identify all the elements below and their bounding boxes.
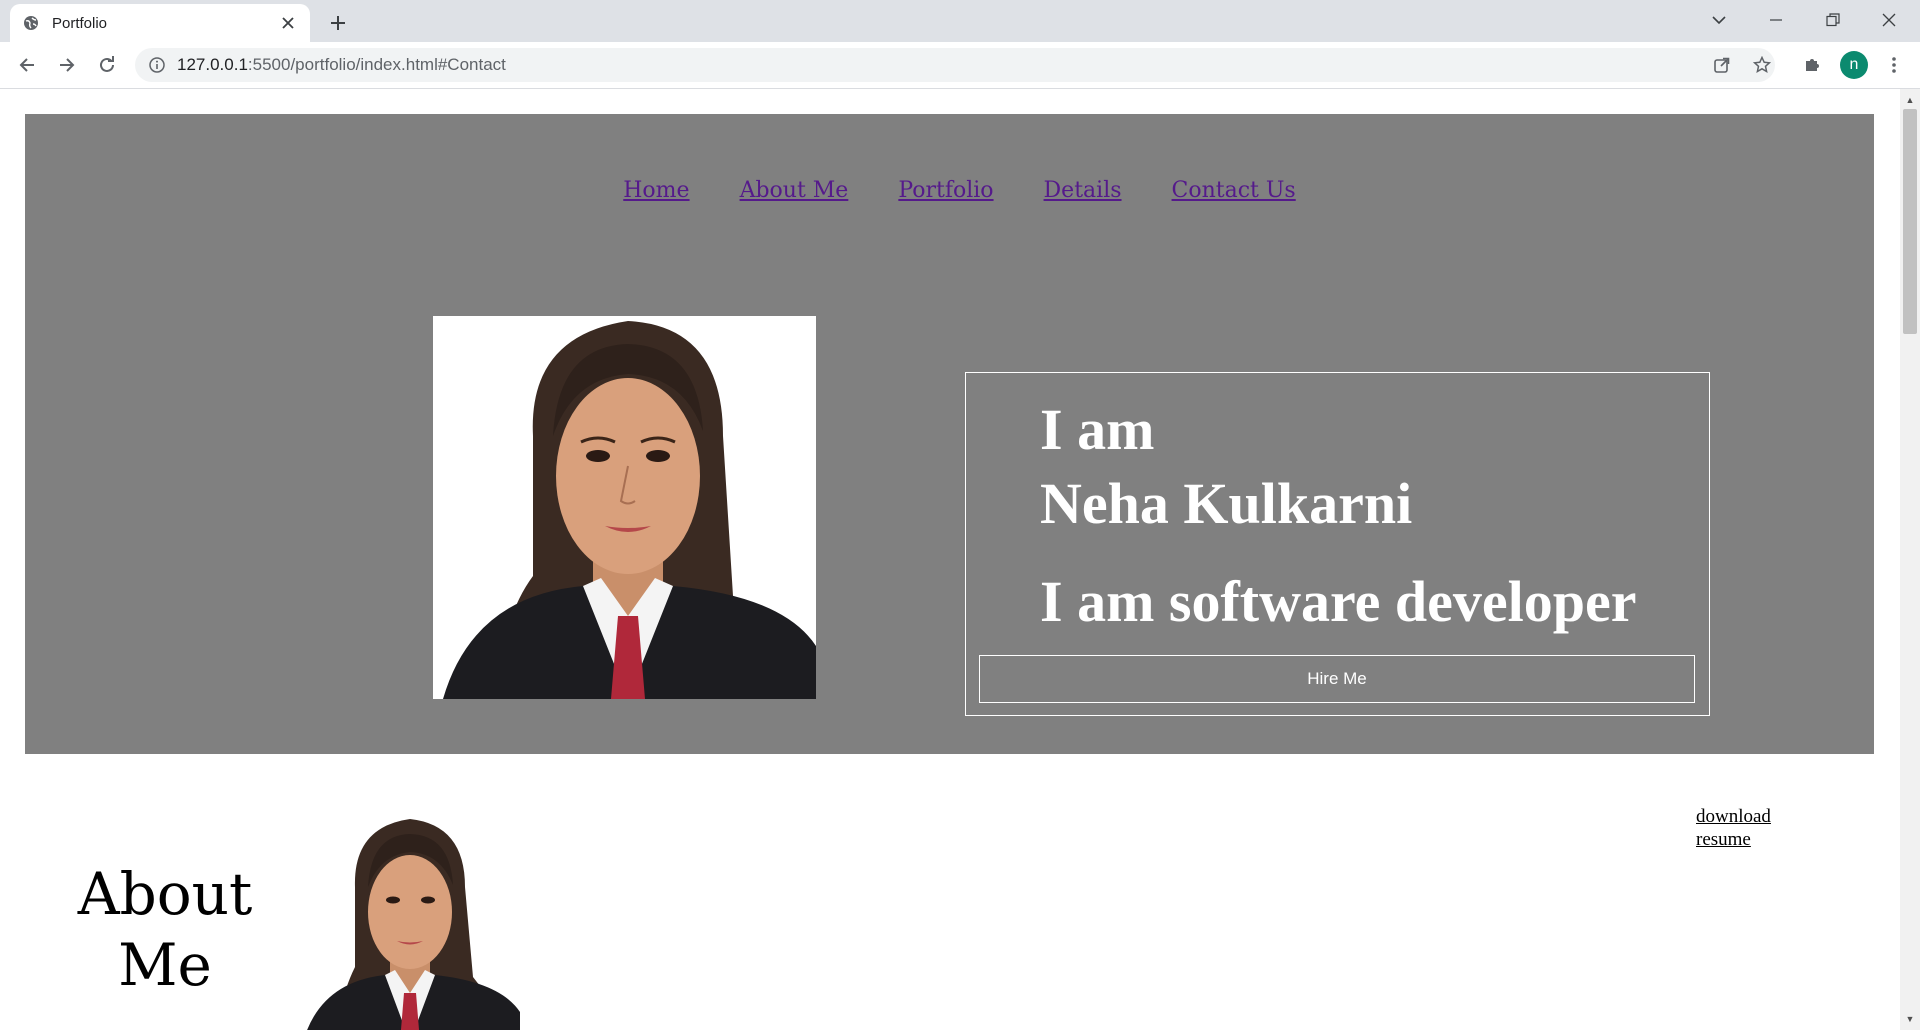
minimize-icon[interactable] — [1753, 4, 1799, 36]
browser-tab[interactable]: Portfolio — [10, 4, 310, 42]
hero-section: Home About Me Portfolio Details Contact … — [25, 114, 1874, 754]
close-icon[interactable] — [278, 13, 298, 33]
download-line-2: resume — [1696, 828, 1751, 850]
more-vert-icon[interactable] — [1877, 48, 1911, 82]
about-photo — [295, 817, 520, 1030]
chevron-down-icon[interactable] — [1696, 4, 1742, 36]
forward-arrow-icon[interactable] — [52, 50, 82, 80]
hire-me-button[interactable]: Hire Me — [979, 655, 1695, 703]
nav-portfolio[interactable]: Portfolio — [898, 178, 993, 203]
scroll-up-arrow-icon[interactable]: ▲ — [1900, 93, 1920, 107]
about-title: About Me — [40, 859, 290, 1002]
info-icon[interactable] — [149, 57, 165, 73]
address-bar[interactable]: 127.0.0.1:5500/portfolio/index.html#Cont… — [135, 48, 1775, 82]
intro-name: Neha Kulkarni — [1040, 471, 1413, 536]
url-path: :5500/portfolio/index.html#Contact — [247, 55, 506, 74]
about-title-line-1: About — [77, 860, 253, 928]
star-icon[interactable] — [1745, 48, 1779, 82]
about-title-line-2: Me — [118, 931, 212, 1000]
nav-details[interactable]: Details — [1044, 178, 1122, 203]
restore-icon[interactable] — [1810, 4, 1856, 36]
intro-role: I am software developer — [1040, 569, 1637, 634]
page-viewport: Home About Me Portfolio Details Contact … — [0, 89, 1900, 1030]
nav-contact-us[interactable]: Contact Us — [1172, 178, 1296, 203]
download-resume-link[interactable]: download resume — [1696, 806, 1771, 852]
intro-line-1: I am — [1040, 397, 1155, 462]
reload-icon[interactable] — [92, 50, 122, 80]
back-arrow-icon[interactable] — [12, 50, 42, 80]
profile-photo — [433, 316, 816, 699]
plus-icon[interactable] — [324, 9, 352, 37]
browser-toolbar: 127.0.0.1:5500/portfolio/index.html#Cont… — [0, 42, 1920, 89]
scrollbar[interactable]: ▲ ▼ — [1900, 89, 1920, 1030]
tab-title: Portfolio — [52, 14, 108, 32]
close-icon[interactable] — [1866, 4, 1912, 36]
download-line-1: download — [1696, 806, 1771, 827]
nav-home[interactable]: Home — [623, 178, 689, 203]
url-host: 127.0.0.1 — [177, 55, 248, 74]
avatar[interactable]: n — [1840, 51, 1868, 79]
globe-icon — [22, 14, 40, 32]
scrollbar-thumb[interactable] — [1903, 109, 1917, 334]
scroll-down-arrow-icon[interactable]: ▼ — [1900, 1012, 1920, 1026]
main-nav: Home About Me Portfolio Details Contact … — [25, 178, 1874, 203]
intro-box: I am Neha Kulkarni I am software develop… — [965, 372, 1710, 716]
share-icon[interactable] — [1705, 48, 1739, 82]
url-text: 127.0.0.1:5500/portfolio/index.html#Cont… — [177, 55, 506, 75]
nav-about-me[interactable]: About Me — [740, 178, 849, 203]
puzzle-icon[interactable] — [1795, 48, 1829, 82]
tab-strip: Portfolio — [0, 0, 1920, 42]
